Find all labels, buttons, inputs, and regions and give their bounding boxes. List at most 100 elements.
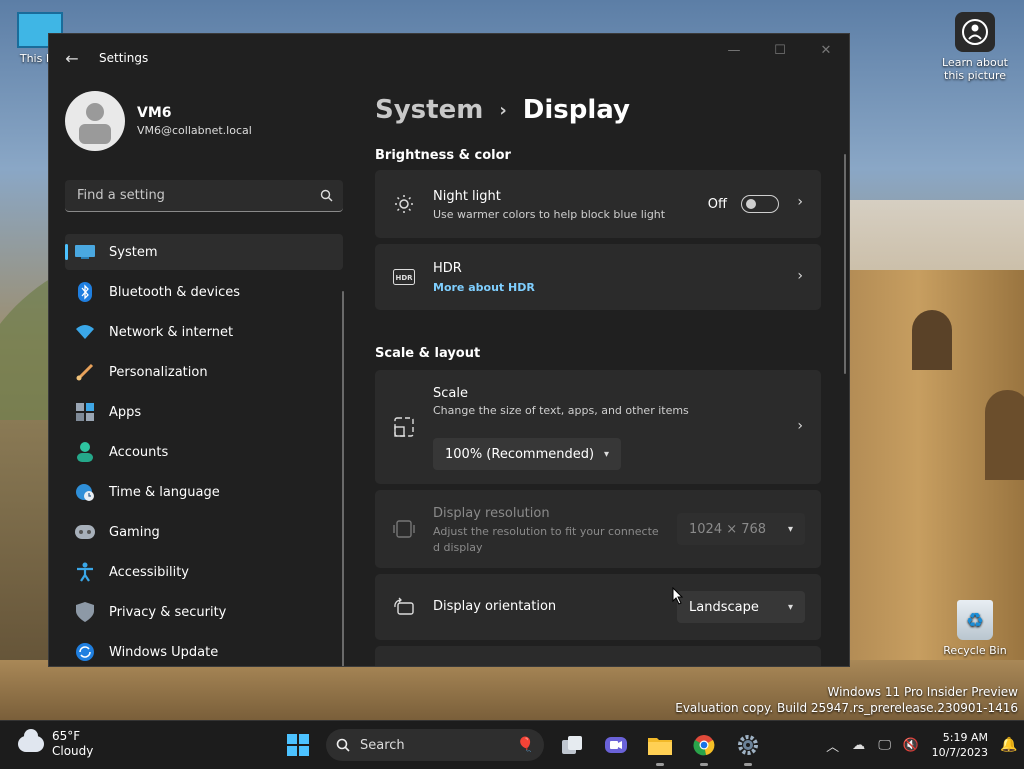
night-light-state: Off bbox=[707, 197, 727, 212]
svg-text:HDR: HDR bbox=[395, 274, 413, 282]
resolution-icon bbox=[393, 518, 415, 540]
search-input[interactable] bbox=[75, 187, 320, 204]
settings-window: ← Settings — ☐ ✕ VM6 VM6@collabnet.local bbox=[48, 33, 850, 667]
sidebar-item-apps[interactable]: Apps bbox=[65, 394, 343, 430]
file-explorer-button[interactable] bbox=[640, 727, 680, 766]
volume-muted-icon[interactable]: 🔇 bbox=[898, 738, 924, 753]
cloud-icon bbox=[18, 729, 44, 752]
content-scrollbar[interactable] bbox=[844, 154, 846, 374]
bluetooth-icon bbox=[75, 282, 95, 302]
sidebar-item-label: Privacy & security bbox=[109, 604, 227, 620]
user-email: VM6@collabnet.local bbox=[137, 124, 252, 137]
taskbar-search[interactable]: Search 🎈 bbox=[326, 729, 544, 761]
orientation-value: Landscape bbox=[689, 599, 759, 615]
night-light-card[interactable]: Night light Use warmer colors to help bl… bbox=[375, 170, 821, 238]
close-button[interactable]: ✕ bbox=[803, 34, 849, 66]
chevron-up-icon[interactable]: ︿ bbox=[820, 736, 846, 755]
night-light-toggle[interactable] bbox=[741, 195, 779, 213]
taskbar: 65°F Cloudy Search 🎈 ︿ ☁ 🖵 🔇 5:19 AM 10/… bbox=[0, 720, 1024, 769]
chrome-button[interactable] bbox=[684, 727, 724, 766]
orientation-title: Display orientation bbox=[433, 599, 557, 614]
sidebar-item-time-language[interactable]: Time & language bbox=[65, 474, 343, 510]
chevron-right-icon: › bbox=[797, 268, 803, 284]
sidebar-item-label: Windows Update bbox=[109, 644, 219, 660]
mouse-cursor-icon bbox=[672, 587, 684, 605]
wifi-icon bbox=[75, 322, 95, 342]
user-profile[interactable]: VM6 VM6@collabnet.local bbox=[49, 82, 359, 152]
night-light-subtitle: Use warmer colors to help block blue lig… bbox=[433, 208, 666, 221]
section-title-brightness: Brightness & color bbox=[375, 148, 511, 163]
settings-app-button[interactable] bbox=[728, 727, 768, 766]
folder-icon bbox=[648, 738, 672, 755]
next-setting-card[interactable] bbox=[375, 646, 821, 666]
breadcrumb-parent[interactable]: System bbox=[375, 95, 483, 125]
orientation-icon bbox=[393, 596, 415, 618]
chevron-down-icon: ▾ bbox=[603, 448, 609, 460]
user-name: VM6 bbox=[137, 105, 172, 121]
weather-temp: 65°F bbox=[52, 729, 81, 743]
accessibility-icon bbox=[75, 562, 95, 582]
main-content: System › Display Brightness & color Nigh… bbox=[375, 82, 849, 666]
sidebar-item-network[interactable]: Network & internet bbox=[65, 314, 343, 350]
orientation-dropdown[interactable]: Landscape ▾ bbox=[677, 591, 805, 623]
breadcrumb: System › Display bbox=[375, 82, 849, 138]
back-button[interactable]: ← bbox=[49, 34, 95, 82]
sidebar-item-windows-update[interactable]: Windows Update bbox=[65, 634, 343, 666]
cloud-info-icon[interactable]: ☁ bbox=[846, 738, 872, 753]
scale-value: 100% (Recommended) bbox=[445, 446, 595, 462]
desktop-icon-recycle-bin[interactable]: ♻ Recycle Bin bbox=[935, 600, 1015, 657]
sidebar-item-system[interactable]: System bbox=[65, 234, 343, 270]
back-arrow-icon: ← bbox=[65, 48, 79, 68]
chevron-right-icon: › bbox=[797, 194, 803, 210]
task-view-button[interactable] bbox=[552, 727, 592, 763]
windows-logo-icon bbox=[287, 734, 309, 756]
shield-icon bbox=[75, 602, 95, 622]
nav-list: System Bluetooth & devices Network & int… bbox=[49, 234, 359, 666]
scale-dropdown[interactable]: 100% (Recommended) ▾ bbox=[433, 438, 621, 470]
sidebar-item-label: Network & internet bbox=[109, 324, 234, 340]
scale-card[interactable]: Scale Change the size of text, apps, and… bbox=[375, 370, 821, 484]
sidebar-item-privacy-security[interactable]: Privacy & security bbox=[65, 594, 343, 630]
sidebar-item-accessibility[interactable]: Accessibility bbox=[65, 554, 343, 590]
start-button[interactable] bbox=[278, 727, 318, 763]
sidebar-item-label: Personalization bbox=[109, 364, 208, 380]
display-orientation-card[interactable]: Display orientation Landscape ▾ bbox=[375, 574, 821, 640]
weather-widget[interactable]: 65°F Cloudy bbox=[18, 729, 93, 759]
scale-title: Scale bbox=[433, 386, 468, 401]
avatar bbox=[65, 91, 125, 151]
brush-icon bbox=[75, 362, 95, 382]
search-icon bbox=[336, 738, 350, 752]
sidebar-item-label: Accessibility bbox=[109, 564, 189, 580]
desktop-icon-learn-about-picture[interactable]: Learn about this picture bbox=[935, 10, 1015, 82]
resolution-subtitle-line1: Adjust the resolution to fit your connec… bbox=[433, 525, 659, 538]
hdr-title: HDR bbox=[433, 261, 462, 276]
chrome-icon bbox=[693, 735, 715, 756]
update-icon bbox=[75, 642, 95, 662]
sidebar-item-personalization[interactable]: Personalization bbox=[65, 354, 343, 390]
more-about-hdr-link[interactable]: More about HDR bbox=[433, 281, 535, 294]
sidebar-scrollbar[interactable] bbox=[342, 291, 344, 666]
clock-time: 5:19 AM bbox=[942, 731, 988, 744]
sidebar-item-gaming[interactable]: Gaming bbox=[65, 514, 343, 550]
network-icon[interactable]: 🖵 bbox=[872, 738, 898, 753]
teams-chat-button[interactable] bbox=[596, 727, 636, 763]
maximize-button[interactable]: ☐ bbox=[757, 34, 803, 66]
minimize-button[interactable]: — bbox=[711, 34, 757, 66]
camera-info-icon bbox=[955, 12, 995, 52]
balloon-icon: 🎈 bbox=[516, 737, 534, 753]
sidebar-item-bluetooth[interactable]: Bluetooth & devices bbox=[65, 274, 343, 310]
search-box[interactable] bbox=[65, 180, 343, 212]
sidebar-item-label: System bbox=[109, 244, 158, 260]
hdr-card[interactable]: HDR HDR More about HDR › bbox=[375, 244, 821, 310]
clock[interactable]: 5:19 AM 10/7/2023 bbox=[932, 730, 988, 760]
title-bar[interactable]: ← Settings — ☐ ✕ bbox=[49, 34, 849, 82]
section-title-scale-layout: Scale & layout bbox=[375, 346, 481, 361]
sidebar-item-accounts[interactable]: Accounts bbox=[65, 434, 343, 470]
notification-bell-icon[interactable]: 🔔 bbox=[994, 737, 1024, 753]
scale-icon bbox=[393, 416, 415, 438]
taskbar-search-placeholder: Search bbox=[360, 737, 405, 753]
sidebar-item-label: Gaming bbox=[109, 524, 160, 540]
sidebar: VM6 VM6@collabnet.local System Bluetooth… bbox=[49, 82, 359, 666]
os-watermark: Windows 11 Pro Insider Preview Evaluatio… bbox=[675, 684, 1018, 716]
task-view-icon bbox=[562, 736, 582, 754]
